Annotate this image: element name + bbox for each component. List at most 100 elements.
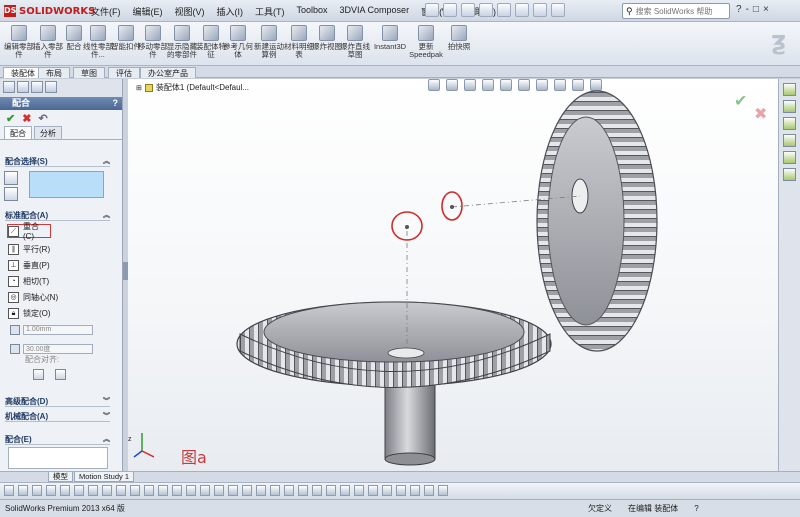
menu-view[interactable]: 视图(V) — [172, 4, 208, 19]
select-icon[interactable] — [515, 3, 529, 17]
cmd-explode-line[interactable]: 爆炸直线草图 — [340, 25, 370, 59]
options-icon[interactable] — [551, 3, 565, 17]
pm-help-icon[interactable]: ? — [113, 97, 119, 110]
custom-properties-icon[interactable] — [783, 168, 796, 181]
toolbar-tool-icon[interactable] — [298, 485, 308, 496]
toolbar-tool-icon[interactable] — [368, 485, 378, 496]
new-document-icon[interactable] — [425, 3, 439, 17]
cmd-edit-component[interactable]: 编辑零部件 — [4, 25, 34, 59]
appearances-icon[interactable] — [783, 151, 796, 164]
maximize-button[interactable]: □ — [753, 4, 759, 15]
toolbar-tool-icon[interactable] — [130, 485, 140, 496]
angle-input[interactable] — [23, 343, 93, 354]
aligned-icon[interactable] — [33, 369, 44, 380]
menu-toolbox[interactable]: Toolbox — [294, 4, 331, 19]
cmd-linear-pattern[interactable]: 线性零部件... — [83, 25, 113, 59]
feature-manager-icon[interactable] — [3, 81, 15, 93]
standard-mates-header[interactable]: 标准配合(A) ︽ — [5, 210, 110, 221]
mate-concentric[interactable]: ◎ 同轴心(N) — [8, 290, 108, 304]
toolbar-tool-icon[interactable] — [74, 485, 84, 496]
close-button[interactable]: × — [763, 4, 769, 15]
help-button[interactable]: ? — [736, 4, 742, 15]
cmd-reference-geometry[interactable]: 参考几何体 — [223, 25, 253, 59]
cmd-bom[interactable]: 材料明细表 — [284, 25, 314, 59]
tab-office-products[interactable]: 办公室产品 — [140, 67, 196, 78]
mate-lock[interactable]: 🔒︎ 锁定(O) — [8, 306, 108, 320]
configuration-manager-icon[interactable] — [31, 81, 43, 93]
toolbar-tool-icon[interactable] — [4, 485, 14, 496]
cmd-exploded-view[interactable]: 爆炸视图 — [312, 25, 342, 51]
toolbar-tool-icon[interactable] — [340, 485, 350, 496]
cmd-take-snapshot[interactable]: 拍快照 — [444, 25, 474, 51]
tab-sketch[interactable]: 草图 — [73, 67, 105, 78]
point-2-icon[interactable] — [450, 205, 454, 209]
menu-3dvia-composer[interactable]: 3DVIA Composer — [337, 4, 413, 19]
toolbar-tool-icon[interactable] — [18, 485, 28, 496]
toolbar-tool-icon[interactable] — [354, 485, 364, 496]
tab-evaluate[interactable]: 评估 — [108, 67, 140, 78]
toolbar-tool-icon[interactable] — [214, 485, 224, 496]
toolbar-tool-icon[interactable] — [88, 485, 98, 496]
mate-parallel[interactable]: ∥ 平行(R) — [8, 242, 108, 256]
cmd-assembly-features[interactable]: 装配体特征 — [196, 25, 226, 59]
toolbar-tool-icon[interactable] — [46, 485, 56, 496]
toolbar-tool-icon[interactable] — [270, 485, 280, 496]
tab-analysis[interactable]: 分析 — [34, 126, 62, 139]
pushpin-icon[interactable] — [4, 187, 18, 201]
vertical-bevel-gear[interactable] — [536, 90, 658, 352]
mates-header[interactable]: 配合(E) ︽ — [5, 434, 110, 445]
mate-selections-box[interactable] — [29, 171, 104, 198]
tab-mates[interactable]: 配合 — [4, 126, 32, 139]
toolbar-tool-icon[interactable] — [228, 485, 238, 496]
cmd-show-hidden[interactable]: 显示隐藏的零部件 — [167, 25, 197, 59]
toolbar-tool-icon[interactable] — [116, 485, 126, 496]
tab-assembly[interactable]: 装配体 — [3, 67, 43, 78]
point-1-icon[interactable] — [405, 225, 409, 229]
search-input[interactable] — [635, 6, 716, 16]
mate-selections-header[interactable]: 配合选择(S) ︽ — [5, 156, 110, 167]
menu-tools[interactable]: 工具(T) — [252, 4, 288, 19]
cmd-move-component[interactable]: 移动零部件 — [138, 25, 168, 59]
toolbar-tool-icon[interactable] — [186, 485, 196, 496]
file-explorer-icon[interactable] — [783, 117, 796, 130]
toolbar-tool-icon[interactable] — [102, 485, 112, 496]
distance-input[interactable] — [23, 324, 93, 335]
resources-icon[interactable] — [783, 83, 796, 96]
toolbar-tool-icon[interactable] — [172, 485, 182, 496]
cmd-update-speedpak[interactable]: 更新Speedpak — [409, 25, 443, 59]
toolbar-tool-icon[interactable] — [438, 485, 448, 496]
toolbar-tool-icon[interactable] — [396, 485, 406, 496]
tab-layout[interactable]: 布局 — [38, 67, 70, 78]
toolbar-tool-icon[interactable] — [284, 485, 294, 496]
toolbar-tool-icon[interactable] — [382, 485, 392, 496]
undo-icon[interactable] — [497, 3, 511, 17]
toolbar-tool-icon[interactable] — [424, 485, 434, 496]
cancel-x-icon[interactable]: ✖ — [22, 112, 31, 125]
horizontal-bevel-gear[interactable] — [236, 301, 552, 466]
status-help-icon[interactable]: ? — [694, 500, 698, 517]
menu-edit[interactable]: 编辑(E) — [130, 4, 166, 19]
mate-perpendicular[interactable]: ⊥ 垂直(P) — [8, 258, 108, 272]
menu-file[interactable]: 文件(F) — [88, 4, 124, 19]
graphics-area[interactable]: ⊞ 装配体1 (Default<Defaul... ✔ ✖ z 图a — [128, 79, 778, 471]
toolbar-tool-icon[interactable] — [200, 485, 210, 496]
menu-insert[interactable]: 插入(I) — [214, 4, 247, 19]
design-library-icon[interactable] — [783, 100, 796, 113]
mates-list[interactable] — [8, 447, 108, 469]
tab-motion-study[interactable]: Motion Study 1 — [74, 472, 135, 482]
mate-tangent[interactable]: ◔ 相切(T) — [8, 274, 108, 288]
tab-model[interactable]: 模型 — [48, 472, 73, 482]
view-palette-icon[interactable] — [783, 134, 796, 147]
rebuild-icon[interactable] — [533, 3, 547, 17]
toolbar-tool-icon[interactable] — [60, 485, 70, 496]
toolbar-tool-icon[interactable] — [242, 485, 252, 496]
ok-check-icon[interactable]: ✔ — [6, 112, 15, 125]
property-manager-icon[interactable] — [17, 81, 29, 93]
print-icon[interactable] — [479, 3, 493, 17]
minimize-button[interactable]: - — [746, 4, 749, 15]
toolbar-tool-icon[interactable] — [144, 485, 154, 496]
undo-icon[interactable]: ↶ — [38, 112, 47, 125]
cmd-smart-fasteners[interactable]: 智能扣件 — [111, 25, 141, 51]
cmd-new-motion-study[interactable]: 新建运动算例 — [254, 25, 284, 59]
display-manager-icon[interactable] — [45, 81, 57, 93]
